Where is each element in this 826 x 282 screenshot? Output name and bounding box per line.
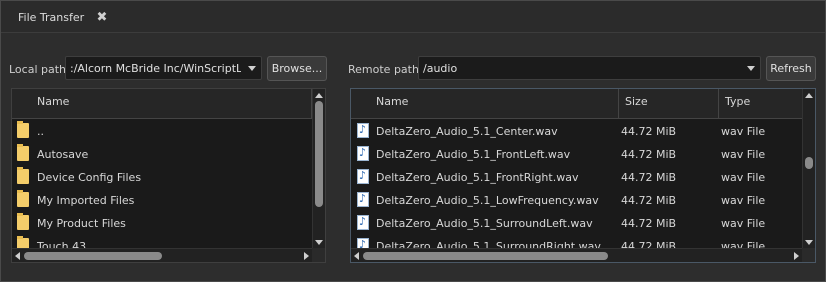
file-name: DeltaZero_Audio_5.1_FrontRight.wav bbox=[376, 171, 579, 184]
file-type: wav File bbox=[721, 171, 766, 184]
table-row[interactable]: DeltaZero_Audio_5.1_FrontRight.wav 44.72… bbox=[351, 166, 802, 189]
local-path-value: :/Alcorn McBride Inc/WinScriptLive 6 bbox=[70, 62, 241, 75]
column-header-name[interactable]: Name bbox=[351, 89, 619, 119]
column-header-name[interactable]: Name bbox=[12, 89, 312, 119]
remote-horizontal-scrollbar[interactable] bbox=[351, 248, 802, 262]
scroll-down-icon[interactable] bbox=[805, 240, 813, 245]
chevron-down-icon[interactable] bbox=[248, 66, 256, 71]
scroll-up-icon[interactable] bbox=[805, 93, 813, 98]
file-size: 44.72 MiB bbox=[621, 148, 677, 161]
folder-icon bbox=[17, 167, 29, 184]
title-bar: File Transfer ✖ bbox=[1, 1, 825, 33]
folder-icon bbox=[17, 121, 29, 138]
list-item-label: Device Config Files bbox=[37, 171, 142, 184]
local-path-label: Local path bbox=[9, 63, 67, 76]
scroll-corner bbox=[312, 248, 325, 262]
file-name: DeltaZero_Audio_5.1_FrontLeft.wav bbox=[376, 148, 571, 161]
remote-vertical-scrollbar[interactable] bbox=[802, 89, 815, 249]
file-size: 44.72 MiB bbox=[621, 171, 677, 184]
folder-icon bbox=[17, 190, 29, 207]
scroll-down-icon[interactable] bbox=[315, 240, 323, 245]
audio-file-icon bbox=[357, 146, 369, 161]
file-type: wav File bbox=[721, 194, 766, 207]
list-item-label: Autosave bbox=[37, 148, 89, 161]
table-row[interactable]: DeltaZero_Audio_5.1_FrontLeft.wav 44.72 … bbox=[351, 143, 802, 166]
file-name: DeltaZero_Audio_5.1_Center.wav bbox=[376, 125, 558, 138]
remote-path-value: /audio bbox=[423, 62, 458, 75]
file-type: wav File bbox=[721, 217, 766, 230]
refresh-button[interactable]: Refresh bbox=[766, 56, 816, 81]
chevron-down-icon[interactable] bbox=[747, 66, 755, 71]
column-header-size[interactable]: Size bbox=[619, 89, 719, 119]
file-name: DeltaZero_Audio_5.1_SurroundLeft.wav bbox=[376, 217, 593, 230]
scroll-thumb[interactable] bbox=[363, 252, 608, 260]
scroll-right-icon[interactable] bbox=[304, 252, 309, 260]
local-path-combo[interactable]: :/Alcorn McBride Inc/WinScriptLive 6 bbox=[65, 56, 262, 80]
audio-file-icon bbox=[357, 169, 369, 184]
remote-file-list[interactable]: Name Size Type DeltaZero_Audio_5.1_Cente… bbox=[350, 88, 816, 263]
scroll-thumb[interactable] bbox=[805, 157, 813, 169]
list-item-label: My Product Files bbox=[37, 217, 126, 230]
list-item[interactable]: Device Config Files bbox=[12, 166, 312, 189]
list-item[interactable]: My Product Files bbox=[12, 212, 312, 235]
scroll-up-icon[interactable] bbox=[315, 93, 323, 98]
table-row[interactable]: DeltaZero_Audio_5.1_SurroundLeft.wav 44.… bbox=[351, 212, 802, 235]
table-row[interactable]: DeltaZero_Audio_5.1_Center.wav 44.72 MiB… bbox=[351, 120, 802, 143]
file-size: 44.72 MiB bbox=[621, 125, 677, 138]
audio-file-icon bbox=[357, 215, 369, 230]
local-horizontal-scrollbar[interactable] bbox=[12, 248, 312, 262]
column-header-type[interactable]: Type bbox=[719, 89, 802, 119]
browse-button[interactable]: Browse... bbox=[267, 56, 327, 81]
scroll-thumb[interactable] bbox=[24, 252, 162, 260]
scroll-left-icon[interactable] bbox=[15, 252, 20, 260]
remote-list-header: Name Size Type bbox=[351, 89, 802, 119]
scroll-left-icon[interactable] bbox=[354, 252, 359, 260]
scroll-right-icon[interactable] bbox=[794, 252, 799, 260]
table-row[interactable]: DeltaZero_Audio_5.1_LowFrequency.wav 44.… bbox=[351, 189, 802, 212]
folder-icon bbox=[17, 144, 29, 161]
file-type: wav File bbox=[721, 148, 766, 161]
window-title: File Transfer bbox=[18, 11, 85, 24]
close-icon[interactable]: ✖ bbox=[93, 7, 111, 27]
scroll-corner bbox=[802, 248, 815, 262]
file-size: 44.72 MiB bbox=[621, 217, 677, 230]
local-vertical-scrollbar[interactable] bbox=[312, 89, 325, 249]
local-list-header: Name bbox=[12, 89, 312, 119]
audio-file-icon bbox=[357, 192, 369, 207]
local-file-list[interactable]: Name .. Autosave Device Config Files My … bbox=[11, 88, 326, 263]
remote-path-label: Remote path bbox=[348, 63, 419, 76]
file-type: wav File bbox=[721, 125, 766, 138]
file-name: DeltaZero_Audio_5.1_LowFrequency.wav bbox=[376, 194, 599, 207]
scroll-thumb[interactable] bbox=[315, 101, 323, 207]
list-item-label: .. bbox=[37, 125, 44, 138]
file-transfer-window: File Transfer ✖ Local path :/Alcorn McBr… bbox=[0, 0, 826, 282]
list-item[interactable]: Autosave bbox=[12, 143, 312, 166]
audio-file-icon bbox=[357, 123, 369, 138]
list-item-label: My Imported Files bbox=[37, 194, 135, 207]
list-item[interactable]: My Imported Files bbox=[12, 189, 312, 212]
folder-icon bbox=[17, 213, 29, 230]
list-item[interactable]: .. bbox=[12, 120, 312, 143]
file-size: 44.72 MiB bbox=[621, 194, 677, 207]
remote-path-combo[interactable]: /audio bbox=[418, 56, 761, 80]
